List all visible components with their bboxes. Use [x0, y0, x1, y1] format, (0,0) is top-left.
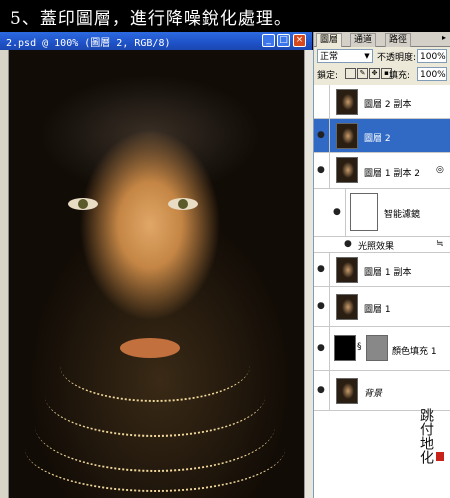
minimize-button[interactable]: _	[262, 34, 275, 47]
artist-signature-graphic: 跳付地化	[418, 408, 434, 464]
visibility-toggle[interactable]: ●	[330, 189, 346, 236]
panel-tabs: 圖層 通道 路徑 ▸	[314, 32, 450, 47]
layer-thumbnail	[336, 123, 358, 149]
layer-name: 圖層 2 副本	[364, 100, 412, 110]
layer-name: 背景	[364, 389, 383, 399]
fill-input[interactable]: 100%	[417, 67, 447, 81]
smart-object-icon: ◎	[436, 165, 444, 175]
filter-mask-thumbnail	[350, 193, 378, 231]
layer-thumbnail	[336, 257, 358, 283]
layer-row[interactable]: ● 背景	[314, 371, 450, 411]
portrait-left-eye	[68, 198, 98, 210]
visibility-toggle[interactable]	[314, 85, 330, 118]
visibility-toggle[interactable]: ●	[314, 153, 330, 188]
layer-row[interactable]: ● § 顏色填充 1	[314, 327, 450, 371]
layer-name: 圖層 2	[364, 134, 391, 144]
visibility-toggle[interactable]: ●	[314, 371, 330, 410]
layer-thumbnail	[336, 294, 358, 320]
layer-thumbnail	[336, 157, 358, 183]
bead-strand	[25, 405, 285, 492]
tab-channels[interactable]: 通道	[350, 33, 377, 47]
layer-thumbnail	[336, 378, 358, 404]
layer-name: 圖層 1 副本 2	[364, 169, 421, 179]
maximize-button[interactable]: □	[277, 34, 290, 47]
fill-color-thumbnail	[334, 335, 356, 361]
panel-menu-icon[interactable]: ▸	[439, 33, 449, 43]
eye-icon: ●	[344, 239, 352, 249]
document-titlebar[interactable]: 2.psd @ 100% (圖層 2, RGB/8) _ □ ×	[0, 32, 312, 50]
layer-row[interactable]: ● 圖層 1 副本	[314, 253, 450, 287]
opacity-input[interactable]: 100%	[417, 49, 447, 63]
layer-name: 圖層 1	[364, 305, 391, 315]
banner-text: 5、蓋印圖層，進行降噪銳化處理。	[10, 9, 292, 29]
layer-name: 智能濾鏡	[384, 210, 421, 220]
link-icon: §	[357, 342, 362, 352]
layer-row[interactable]: 圖層 2 副本	[314, 85, 450, 119]
eye-icon: ●	[317, 301, 325, 311]
smart-filter-row[interactable]: ● 智能濾鏡	[314, 189, 450, 237]
eye-icon: ●	[317, 130, 325, 140]
eye-icon: ●	[317, 343, 325, 353]
visibility-toggle[interactable]: ●	[314, 287, 330, 326]
visibility-toggle[interactable]: ●	[314, 119, 330, 152]
tab-layers[interactable]: 圖層	[316, 33, 343, 47]
document-title: 2.psd @ 100% (圖層 2, RGB/8)	[6, 38, 171, 49]
vertical-ruler	[0, 50, 9, 498]
lock-row: 鎖定: ✎ ✥ ▪ 填充: 100%	[317, 67, 449, 83]
opacity-label: 不透明度:	[377, 53, 417, 63]
fill-label: 填充:	[389, 71, 411, 81]
eye-icon: ●	[317, 385, 325, 395]
lock-transparency-icon[interactable]	[345, 68, 356, 79]
layer-mask-thumbnail	[366, 335, 388, 361]
lock-pixels-icon[interactable]: ✎	[357, 68, 368, 79]
portrait-right-eye	[168, 198, 198, 210]
filter-effect-row[interactable]: ● 光照效果 ≒	[314, 237, 450, 253]
close-button[interactable]: ×	[293, 34, 306, 47]
eye-icon: ●	[333, 207, 341, 217]
tab-paths[interactable]: 路徑	[385, 33, 412, 47]
photo-canvas[interactable]	[0, 50, 312, 498]
lock-position-icon[interactable]: ✥	[369, 68, 380, 79]
filter-options-icon[interactable]: ≒	[436, 239, 444, 249]
layer-thumbnail	[336, 89, 358, 115]
eye-icon: ●	[317, 165, 325, 175]
red-seal-stamp	[436, 452, 444, 461]
layer-row[interactable]: ● 圖層 1	[314, 287, 450, 327]
chevron-down-icon: ▼	[364, 52, 370, 60]
layer-name: 圖層 1 副本	[364, 268, 412, 278]
document-window: 2.psd @ 100% (圖層 2, RGB/8) _ □ ×	[0, 32, 313, 498]
visibility-toggle[interactable]: ●	[314, 327, 330, 370]
layer-row[interactable]: ● 圖層 2	[314, 119, 450, 153]
layer-row[interactable]: ● 圖層 1 副本 2 ◎	[314, 153, 450, 189]
layer-name: 光照效果	[358, 242, 395, 252]
eye-icon: ●	[317, 264, 325, 274]
layer-name: 顏色填充 1	[392, 347, 437, 357]
blend-mode-select[interactable]: 正常 ▼	[317, 49, 373, 63]
visibility-toggle[interactable]: ●	[314, 253, 330, 286]
blend-mode-value: 正常	[320, 52, 339, 62]
vertical-scrollbar[interactable]	[304, 50, 313, 498]
blend-row: 正常 ▼ 不透明度: 100%	[317, 49, 449, 65]
instruction-banner: 5、蓋印圖層，進行降噪銳化處理。	[0, 0, 450, 32]
lock-label: 鎖定:	[317, 71, 339, 81]
